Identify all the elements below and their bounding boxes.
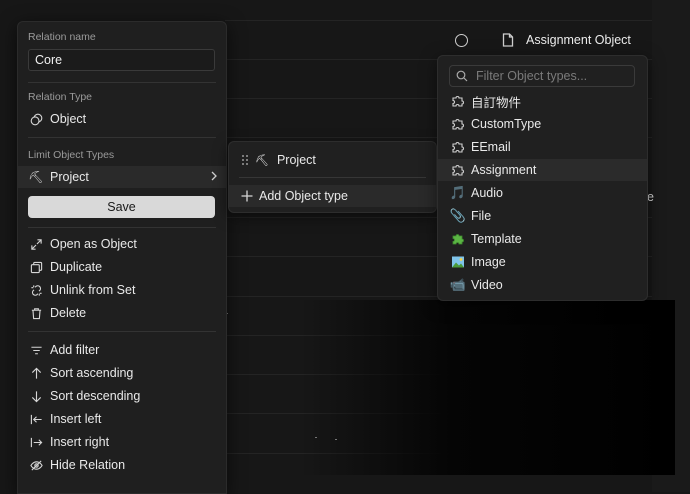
sort-ascending-item[interactable]: Sort ascending xyxy=(28,363,216,383)
unlink-icon xyxy=(28,282,44,298)
relation-type-label: Relation Type xyxy=(28,91,93,103)
add-filter-item[interactable]: Add filter xyxy=(28,340,216,360)
pickaxe-icon: ⛏ xyxy=(28,170,44,184)
type-option[interactable]: CustomType xyxy=(438,113,647,135)
relation-menu: Relation name Relation Type Object Limit… xyxy=(17,21,227,494)
insert-right-label: Insert right xyxy=(50,435,110,449)
object-type-icon xyxy=(28,111,44,127)
limit-types-label: Limit Object Types xyxy=(28,149,115,161)
divider xyxy=(28,227,216,228)
filter-types-input[interactable] xyxy=(474,68,628,84)
divider xyxy=(28,82,216,83)
chevron-right-icon xyxy=(210,170,218,184)
add-object-type-button[interactable]: Add Object type xyxy=(229,185,436,207)
type-option[interactable]: 自訂物件 xyxy=(438,90,647,112)
puzzle-icon xyxy=(450,116,466,132)
hide-relation-item[interactable]: Hide Relation xyxy=(28,455,216,475)
relation-type-item[interactable]: Object xyxy=(28,109,216,129)
type-option-label: CustomType xyxy=(471,117,542,131)
open-as-object-label: Open as Object xyxy=(50,237,137,251)
type-option-label: Audio xyxy=(471,186,503,200)
type-option-label: EEmail xyxy=(471,140,511,154)
sort-descending-label: Sort descending xyxy=(50,389,141,403)
file-icon xyxy=(502,33,514,47)
type-option[interactable]: Template xyxy=(438,228,647,250)
grid-line xyxy=(225,20,652,21)
speck xyxy=(335,439,337,440)
type-picker: 自訂物件 CustomType EEmail Assignment 🎵 Audi… xyxy=(437,55,648,301)
divider xyxy=(28,331,216,332)
column-header[interactable]: Assignment Object xyxy=(455,30,631,50)
insert-left-item[interactable]: Insert left xyxy=(28,409,216,429)
type-option-label: Image xyxy=(471,255,506,269)
eye-off-icon xyxy=(28,457,44,473)
insert-left-icon xyxy=(28,411,44,427)
radio-icon[interactable] xyxy=(455,33,468,47)
hide-relation-label: Hide Relation xyxy=(50,458,126,472)
open-as-object-item[interactable]: Open as Object xyxy=(28,234,216,254)
type-option-label: File xyxy=(471,209,492,223)
arrow-up-icon xyxy=(28,365,44,381)
object-types-menu: ⛏ Project Add Object type xyxy=(228,141,437,213)
picture-icon xyxy=(450,254,466,270)
save-button[interactable]: Save xyxy=(28,196,215,218)
type-option[interactable]: 🎵 Audio xyxy=(438,182,647,204)
type-option[interactable]: EEmail xyxy=(438,136,647,158)
type-option-label: Assignment xyxy=(471,163,537,177)
selected-type-row[interactable]: ⛏ Project xyxy=(229,149,436,171)
type-option-label: 自訂物件 xyxy=(471,95,522,110)
plus-icon xyxy=(241,190,253,202)
type-option-label: Template xyxy=(471,232,522,246)
relation-type-value: Object xyxy=(50,112,87,126)
delete-item[interactable]: Delete xyxy=(28,303,216,323)
search-icon xyxy=(456,70,468,82)
limit-types-value: Project xyxy=(50,170,89,184)
puzzle-icon xyxy=(450,139,466,155)
arrow-down-icon xyxy=(28,388,44,404)
puzzle-icon xyxy=(450,162,466,178)
add-object-type-label: Add Object type xyxy=(259,189,348,203)
type-option-highlighted[interactable]: Assignment xyxy=(438,159,647,181)
open-external-icon xyxy=(28,236,44,252)
sort-ascending-label: Sort ascending xyxy=(50,366,134,380)
type-option-label: Video xyxy=(471,278,503,292)
pickaxe-icon: ⛏ xyxy=(255,154,269,167)
shadow-overlay xyxy=(300,300,675,475)
drag-handle-icon[interactable] xyxy=(241,154,249,166)
trash-icon xyxy=(28,305,44,321)
speck xyxy=(315,437,317,438)
limit-types-item[interactable]: ⛏ Project xyxy=(18,166,226,188)
puzzle-icon xyxy=(450,93,466,109)
type-option[interactable]: Image xyxy=(438,251,647,273)
insert-right-item[interactable]: Insert right xyxy=(28,432,216,452)
green-puzzle-icon xyxy=(450,231,466,247)
clipped-text: e xyxy=(647,190,654,204)
music-note-icon: 🎵 xyxy=(449,185,467,200)
sort-descending-item[interactable]: Sort descending xyxy=(28,386,216,406)
selected-type-label: Project xyxy=(276,153,316,167)
duplicate-label: Duplicate xyxy=(50,260,103,274)
duplicate-item[interactable]: Duplicate xyxy=(28,257,216,277)
unlink-label: Unlink from Set xyxy=(50,283,136,297)
filter-icon xyxy=(28,342,44,358)
insert-left-label: Insert left xyxy=(50,412,102,426)
duplicate-icon xyxy=(28,259,44,275)
unlink-item[interactable]: Unlink from Set xyxy=(28,280,216,300)
divider xyxy=(239,177,426,178)
relation-name-label: Relation name xyxy=(28,31,96,43)
paperclip-icon: 📎 xyxy=(449,208,467,223)
add-filter-label: Add filter xyxy=(50,343,100,357)
delete-label: Delete xyxy=(50,306,87,320)
filter-box[interactable] xyxy=(449,65,635,87)
type-option[interactable]: 📹 Video xyxy=(438,274,647,296)
divider xyxy=(28,137,216,138)
insert-right-icon xyxy=(28,434,44,450)
relation-name-input[interactable] xyxy=(28,49,215,71)
type-option[interactable]: 📎 File xyxy=(438,205,647,227)
video-camera-icon: 📹 xyxy=(449,277,467,292)
column-header-label: Assignment Object xyxy=(526,33,631,47)
